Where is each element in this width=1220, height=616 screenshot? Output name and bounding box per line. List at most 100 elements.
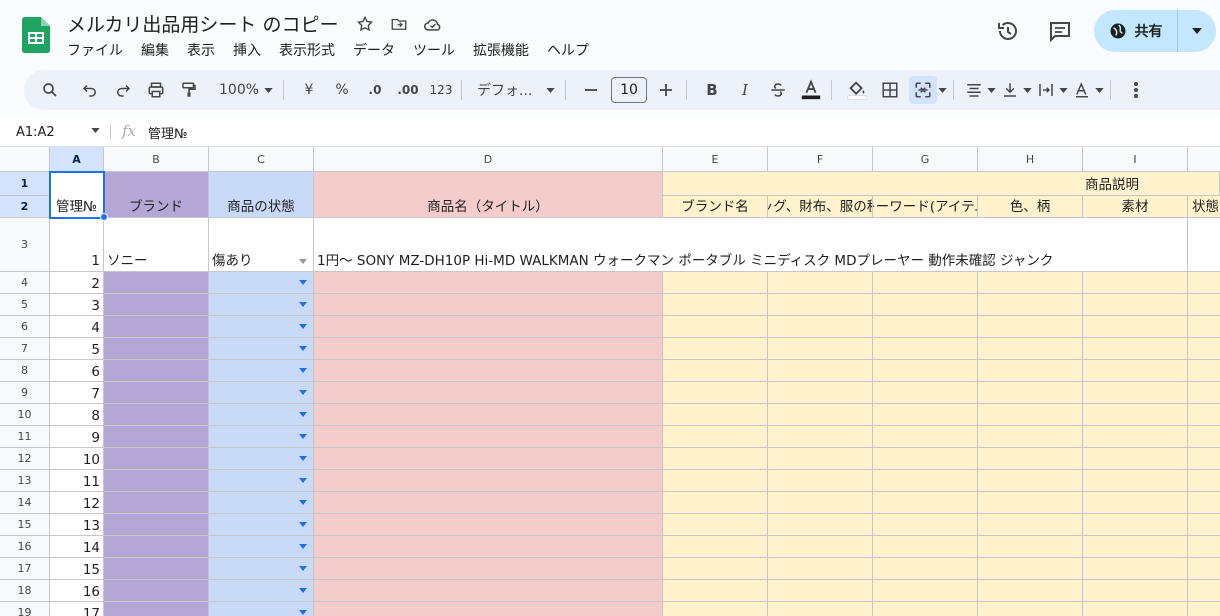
condition-cell[interactable] bbox=[209, 470, 314, 492]
condition-cell[interactable]: 傷あり bbox=[209, 218, 314, 272]
description-cell[interactable] bbox=[663, 470, 768, 492]
description-cell[interactable] bbox=[1083, 470, 1188, 492]
kanri-cell[interactable]: 16 bbox=[50, 580, 104, 602]
description-cell[interactable] bbox=[1083, 536, 1188, 558]
title-cell[interactable] bbox=[314, 514, 663, 536]
condition-dropdown-icon[interactable] bbox=[299, 521, 307, 527]
condition-dropdown-icon[interactable] bbox=[299, 301, 307, 307]
description-cell[interactable] bbox=[1188, 448, 1220, 470]
kanri-cell[interactable]: 12 bbox=[50, 492, 104, 514]
brand-cell[interactable] bbox=[104, 338, 209, 360]
row-header-3[interactable]: 3 bbox=[0, 218, 50, 272]
condition-cell[interactable] bbox=[209, 448, 314, 470]
history-icon[interactable] bbox=[990, 13, 1026, 49]
condition-dropdown-icon[interactable] bbox=[299, 565, 307, 571]
description-cell[interactable] bbox=[768, 272, 873, 294]
condition-cell[interactable] bbox=[209, 602, 314, 616]
row-header-1[interactable]: 1 bbox=[0, 172, 50, 196]
brand-cell[interactable] bbox=[104, 448, 209, 470]
text-wrapping-icon[interactable] bbox=[1037, 76, 1068, 104]
font-size-input[interactable]: 10 bbox=[611, 77, 647, 103]
share-dropdown-button[interactable] bbox=[1178, 10, 1216, 52]
condition-cell[interactable] bbox=[209, 514, 314, 536]
font-size-increase-icon[interactable] bbox=[652, 76, 680, 104]
description-cell[interactable] bbox=[873, 602, 978, 616]
header-title-cell[interactable]: 商品名（タイトル） bbox=[314, 172, 663, 218]
description-cell[interactable] bbox=[768, 558, 873, 580]
menu-edit[interactable]: 編集 bbox=[141, 40, 169, 60]
description-cell[interactable] bbox=[978, 404, 1083, 426]
column-header-c[interactable]: C bbox=[209, 147, 314, 172]
description-cell[interactable] bbox=[1188, 272, 1220, 294]
title-cell[interactable] bbox=[314, 448, 663, 470]
description-cell[interactable] bbox=[978, 272, 1083, 294]
description-cell[interactable] bbox=[1083, 360, 1188, 382]
more-options-icon[interactable] bbox=[1122, 76, 1150, 104]
title-cell[interactable] bbox=[314, 470, 663, 492]
condition-dropdown-icon[interactable] bbox=[299, 455, 307, 461]
description-cell[interactable] bbox=[1083, 316, 1188, 338]
description-cell[interactable] bbox=[873, 470, 978, 492]
description-cell[interactable] bbox=[873, 294, 978, 316]
condition-cell[interactable] bbox=[209, 580, 314, 602]
description-cell[interactable] bbox=[1083, 580, 1188, 602]
row-header-19[interactable]: 19 bbox=[0, 602, 50, 616]
vertical-align-icon[interactable] bbox=[1001, 76, 1032, 104]
kanri-cell[interactable]: 2 bbox=[50, 272, 104, 294]
menu-view[interactable]: 表示 bbox=[187, 40, 215, 60]
description-cell[interactable] bbox=[768, 470, 873, 492]
row-header-5[interactable]: 5 bbox=[0, 294, 50, 316]
menu-file[interactable]: ファイル bbox=[67, 40, 123, 60]
column-header-d[interactable]: D bbox=[314, 147, 663, 172]
kanri-cell[interactable]: 15 bbox=[50, 558, 104, 580]
description-cell[interactable] bbox=[873, 404, 978, 426]
italic-icon[interactable]: I bbox=[731, 76, 759, 104]
header-kanri-cell[interactable]: 管理№ bbox=[50, 172, 104, 218]
brand-cell[interactable] bbox=[104, 602, 209, 616]
description-cell[interactable] bbox=[663, 404, 768, 426]
description-cell[interactable] bbox=[1083, 426, 1188, 448]
move-folder-icon[interactable] bbox=[389, 14, 409, 34]
fill-color-icon[interactable] bbox=[843, 76, 871, 104]
zoom-select[interactable]: 100% bbox=[215, 76, 277, 104]
kanri-cell[interactable]: 14 bbox=[50, 536, 104, 558]
condition-cell[interactable] bbox=[209, 492, 314, 514]
subheader-keyword-cell[interactable]: キーワード(アイテム bbox=[873, 196, 978, 218]
description-cell[interactable] bbox=[873, 492, 978, 514]
brand-cell[interactable] bbox=[104, 514, 209, 536]
kanri-cell[interactable]: 6 bbox=[50, 360, 104, 382]
kanri-cell[interactable]: 10 bbox=[50, 448, 104, 470]
kanri-cell[interactable]: 17 bbox=[50, 602, 104, 616]
condition-dropdown-icon[interactable] bbox=[299, 389, 307, 395]
row-header-17[interactable]: 17 bbox=[0, 558, 50, 580]
description-cell[interactable] bbox=[978, 580, 1083, 602]
text-rotation-icon[interactable] bbox=[1073, 76, 1104, 104]
header-brand-cell[interactable]: ブランド bbox=[104, 172, 209, 218]
description-cell[interactable] bbox=[1083, 382, 1188, 404]
description-cell[interactable] bbox=[768, 382, 873, 404]
merge-cells-icon[interactable] bbox=[909, 76, 937, 104]
title-cell[interactable] bbox=[314, 536, 663, 558]
brand-cell[interactable] bbox=[104, 272, 209, 294]
description-cell[interactable] bbox=[873, 272, 978, 294]
comments-icon[interactable] bbox=[1042, 13, 1078, 49]
brand-cell[interactable] bbox=[104, 294, 209, 316]
condition-cell[interactable] bbox=[209, 382, 314, 404]
description-cell[interactable] bbox=[1188, 492, 1220, 514]
bold-icon[interactable]: B bbox=[698, 76, 726, 104]
sheets-logo-icon[interactable] bbox=[22, 17, 50, 53]
description-cell[interactable] bbox=[978, 558, 1083, 580]
subheader-state-cell[interactable]: 状態 bbox=[1188, 196, 1220, 218]
title-cell[interactable] bbox=[314, 404, 663, 426]
menu-format[interactable]: 表示形式 bbox=[279, 40, 335, 60]
row-header-18[interactable]: 18 bbox=[0, 580, 50, 602]
description-cell[interactable] bbox=[1083, 338, 1188, 360]
title-cell[interactable] bbox=[314, 492, 663, 514]
increase-decimal-button[interactable]: .00 bbox=[394, 76, 422, 104]
description-cell[interactable] bbox=[1188, 536, 1220, 558]
condition-cell[interactable] bbox=[209, 558, 314, 580]
description-cell[interactable] bbox=[663, 514, 768, 536]
column-header-h[interactable]: H bbox=[978, 147, 1083, 172]
description-cell[interactable] bbox=[873, 580, 978, 602]
header-condition-cell[interactable]: 商品の状態 bbox=[209, 172, 314, 218]
